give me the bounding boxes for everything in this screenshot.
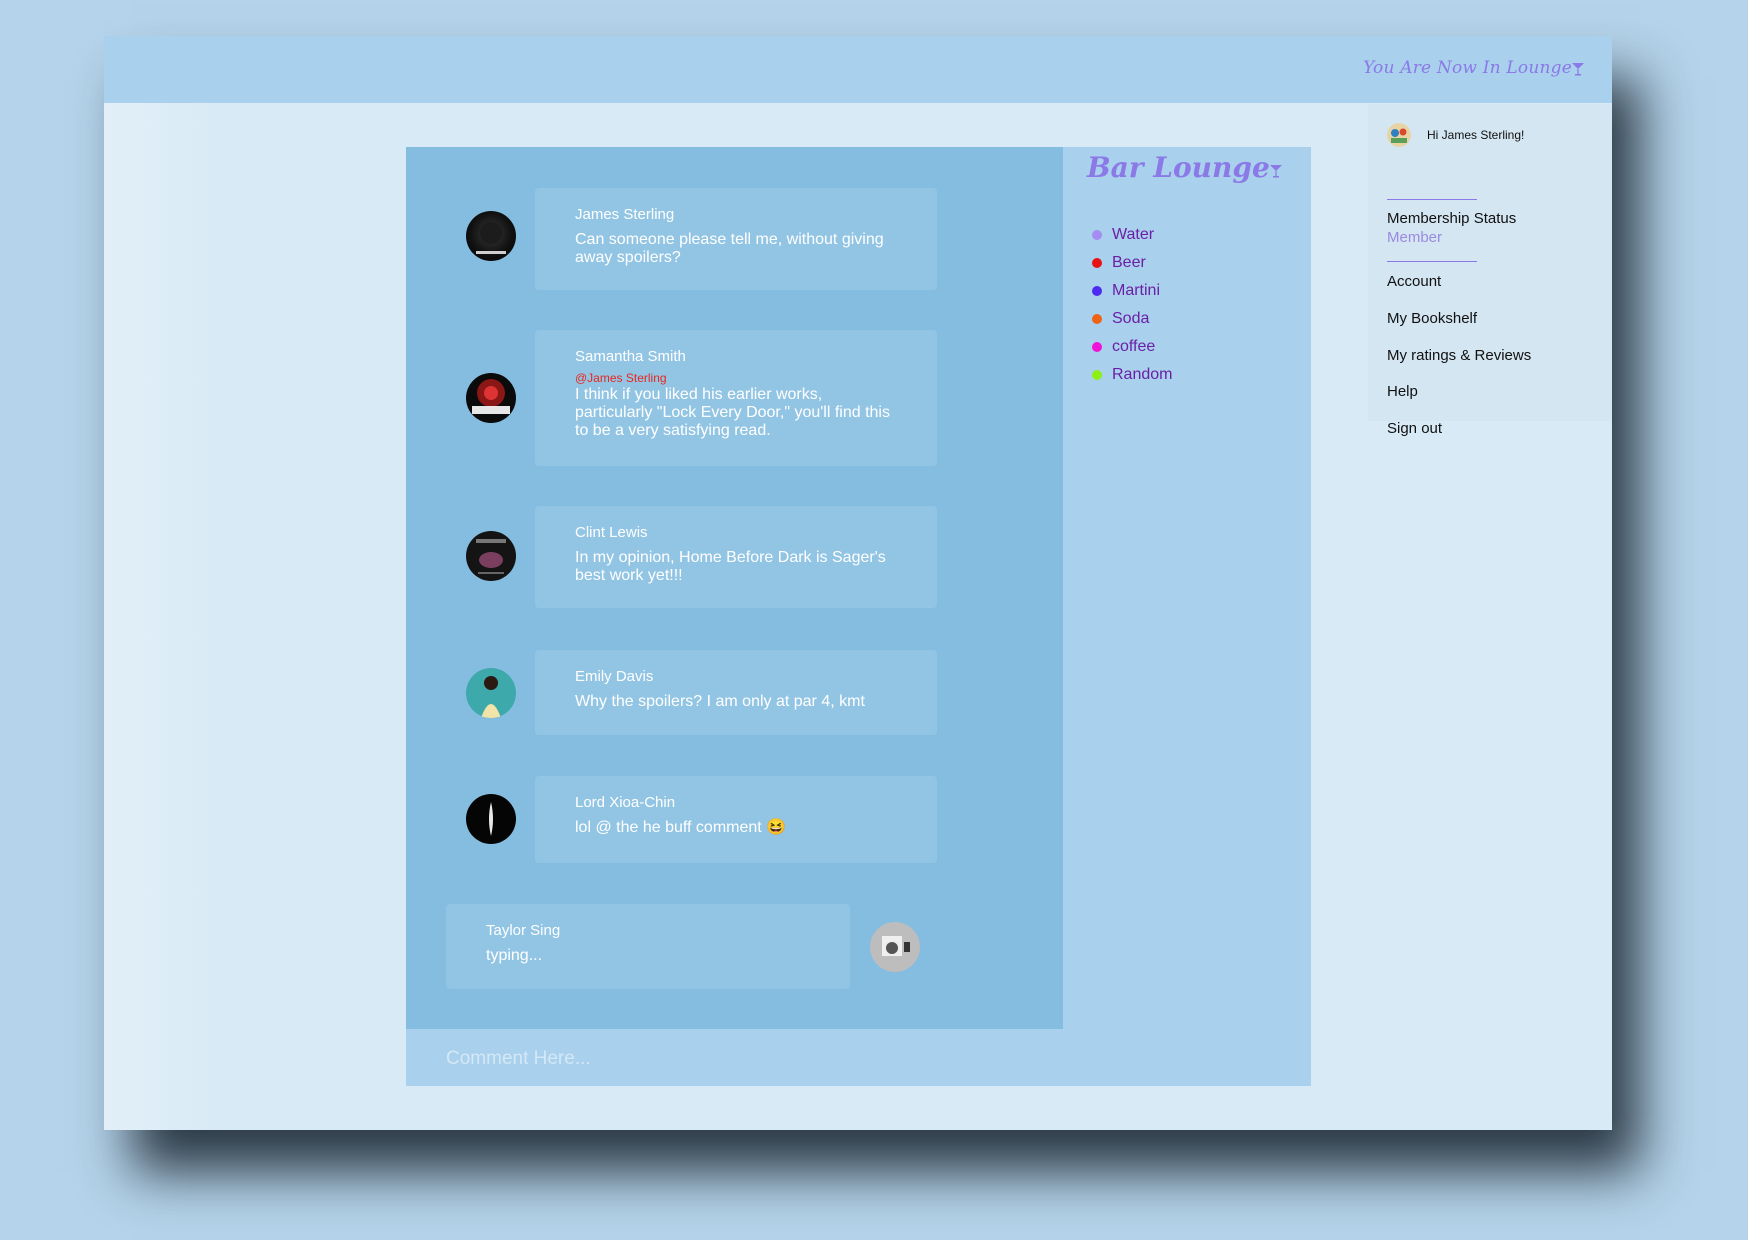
drink-item-water[interactable]: Water xyxy=(1092,221,1172,249)
drink-item-random[interactable]: Random xyxy=(1092,361,1172,389)
menu-item-bookshelf[interactable]: My Bookshelf xyxy=(1387,310,1477,327)
menu-item-help[interactable]: Help xyxy=(1387,383,1418,400)
user-greeting: Hi James Sterling! xyxy=(1387,123,1524,147)
drink-list: Water Beer Martini Soda coffee Random xyxy=(1092,221,1172,389)
avatar[interactable] xyxy=(466,373,516,423)
drink-label: Beer xyxy=(1112,254,1146,271)
comment-bar xyxy=(406,1029,1311,1086)
message-bubble: James Sterling Can someone please tell m… xyxy=(535,188,937,290)
avatar[interactable] xyxy=(466,211,516,261)
message-bubble: Lord Xioa-Chin lol @ the he buff comment… xyxy=(535,776,937,863)
drink-item-soda[interactable]: Soda xyxy=(1092,305,1172,333)
status-dot-icon xyxy=(1092,286,1102,296)
avatar[interactable] xyxy=(1387,123,1411,147)
message-text: Why the spoilers? I am only at par 4, km… xyxy=(575,693,865,710)
drink-label: Water xyxy=(1112,226,1155,243)
avatar[interactable] xyxy=(466,794,516,844)
message-bubble: Samantha Smith @James Sterling I think i… xyxy=(535,330,937,466)
typing-bubble: Taylor Sing typing... xyxy=(446,904,850,989)
message-author[interactable]: Emily Davis xyxy=(575,668,897,685)
message-mention[interactable]: @James Sterling xyxy=(575,371,897,385)
typing-author[interactable]: Taylor Sing xyxy=(486,922,810,939)
status-dot-icon xyxy=(1092,230,1102,240)
menu-divider xyxy=(1387,199,1477,200)
status-dot-icon xyxy=(1092,370,1102,380)
status-dot-icon xyxy=(1092,342,1102,352)
membership-status-label: Membership Status xyxy=(1387,210,1517,227)
chat-panel: James Sterling Can someone please tell m… xyxy=(406,147,1063,1029)
message-text: In my opinion, Home Before Dark is Sager… xyxy=(575,549,886,584)
status-dot-icon xyxy=(1092,314,1102,324)
message-text: I think if you liked his earlier works, … xyxy=(575,386,890,439)
comment-input[interactable] xyxy=(444,1043,1048,1075)
app-window: You Are Now In Lounge James Sterling Can… xyxy=(104,36,1612,1130)
lounge-sidebar: Bar Lounge Water Beer Martini Soda coffe… xyxy=(1063,147,1311,1029)
drink-label: Random xyxy=(1112,366,1173,383)
avatar[interactable] xyxy=(870,922,920,972)
message-author[interactable]: Samantha Smith xyxy=(575,348,897,365)
menu-item-sign-out[interactable]: Sign out xyxy=(1387,420,1442,437)
membership-status-value: Member xyxy=(1387,229,1443,246)
lounge-title: Bar Lounge xyxy=(1087,151,1282,184)
status-dot-icon xyxy=(1092,258,1102,268)
menu-item-ratings-reviews[interactable]: My ratings & Reviews xyxy=(1387,347,1531,364)
message-author[interactable]: Lord Xioa-Chin xyxy=(575,794,897,811)
message-bubble: Emily Davis Why the spoilers? I am only … xyxy=(535,650,937,735)
drink-item-martini[interactable]: Martini xyxy=(1092,277,1172,305)
message-bubble: Clint Lewis In my opinion, Home Before D… xyxy=(535,506,937,608)
lounge-title-text: Bar Lounge xyxy=(1087,151,1270,184)
avatar[interactable] xyxy=(466,531,516,581)
drink-label: Soda xyxy=(1112,310,1150,327)
greeting-text: Hi James Sterling! xyxy=(1427,128,1525,142)
lounge-status-text: You Are Now In Lounge xyxy=(1363,58,1572,78)
message-author[interactable]: Clint Lewis xyxy=(575,524,897,541)
drink-item-coffee[interactable]: coffee xyxy=(1092,333,1172,361)
message-author[interactable]: James Sterling xyxy=(575,206,897,223)
menu-divider xyxy=(1387,261,1477,262)
drink-label: Martini xyxy=(1112,282,1161,299)
cocktail-glass-icon xyxy=(1269,164,1282,177)
menu-item-account[interactable]: Account xyxy=(1387,273,1441,290)
message-text: Can someone please tell me, without givi… xyxy=(575,231,884,266)
drink-item-beer[interactable]: Beer xyxy=(1092,249,1172,277)
cocktail-glass-icon xyxy=(1572,62,1584,75)
typing-status: typing... xyxy=(486,947,543,964)
lounge-status: You Are Now In Lounge xyxy=(1363,58,1584,78)
drink-label: coffee xyxy=(1112,338,1156,355)
top-bar: You Are Now In Lounge xyxy=(104,36,1612,103)
user-menu: Hi James Sterling! Membership Status Mem… xyxy=(1368,104,1612,437)
message-text: lol @ the he buff comment 😆 xyxy=(575,819,787,836)
avatar[interactable] xyxy=(466,668,516,718)
